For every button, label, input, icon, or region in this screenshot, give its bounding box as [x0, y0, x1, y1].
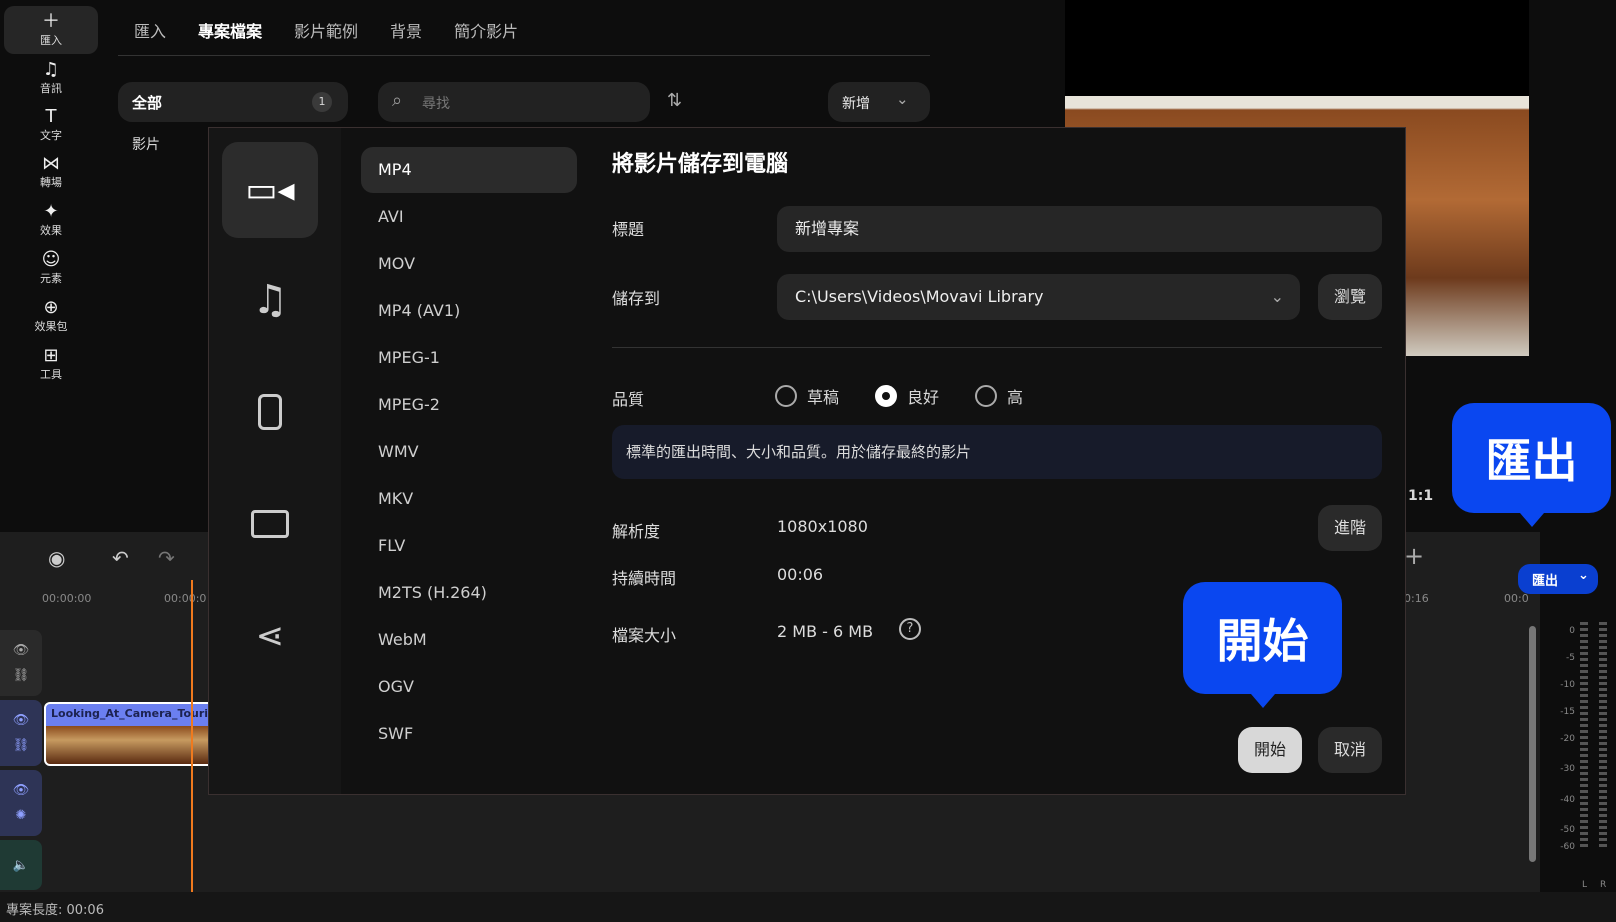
file-size-value: 2 MB - 6 MB — [777, 622, 874, 641]
count-badge: 1 — [312, 92, 332, 112]
chevron-down-icon: ⌄ — [896, 90, 909, 108]
eye-icon[interactable]: 👁 — [13, 713, 30, 728]
audio-meter-scale: 0 -5 -10 -15 -20 -30 -40 -50 -60 — [1560, 626, 1575, 852]
track-header: 🔈 — [0, 840, 42, 890]
transition-icon: ⋈ — [42, 153, 60, 174]
tab-samples[interactable]: 影片範例 — [278, 0, 374, 55]
format-item[interactable]: MOV — [361, 241, 577, 287]
track-header: 👁 ⛓ — [0, 700, 42, 766]
category-all[interactable]: 全部 1 — [118, 82, 348, 122]
save-location-select[interactable]: C:\Users\Videos\Movavi Library ⌄ — [777, 274, 1300, 320]
format-item[interactable]: FLV — [361, 523, 577, 569]
record-icon[interactable]: ◉ — [48, 546, 65, 570]
title-input[interactable]: 新增專案 — [777, 206, 1382, 252]
sidebar-item-audio[interactable]: ♫ 音訊 — [4, 54, 98, 102]
sidebar-item-text[interactable]: T 文字 — [4, 101, 98, 149]
undo-icon[interactable]: ↶ — [112, 546, 129, 570]
sort-icon[interactable]: ⇅ — [667, 90, 682, 111]
search-input[interactable]: ⌕ 尋找 — [378, 82, 650, 122]
audio-meter-right — [1599, 622, 1607, 848]
plus-icon: ＋ — [42, 11, 60, 32]
bag-icon: ⊕ — [43, 297, 59, 318]
quality-draft-radio[interactable]: 草稿 — [775, 384, 839, 408]
export-dialog: ▭◂ ♫ ⋖ MP4 AVI MOV MP4 (AV1) MPEG-1 MPEG… — [208, 127, 1406, 795]
category-video[interactable]: 影片 — [132, 134, 160, 154]
format-item[interactable]: WebM — [361, 617, 577, 663]
sidebar-item-import[interactable]: ＋匯入 — [4, 6, 98, 54]
playhead[interactable] — [191, 580, 193, 892]
divider — [612, 347, 1382, 348]
sidebar-item-tools[interactable]: ⊞ 工具 — [4, 340, 98, 388]
redo-icon[interactable]: ↷ — [158, 546, 175, 570]
link-icon[interactable]: ⛓ — [13, 668, 30, 683]
unlink-icon[interactable]: ⛓ — [13, 738, 30, 753]
tab-intros[interactable]: 簡介影片 — [438, 0, 534, 55]
status-bar: 專案長度: 00:06 — [0, 892, 1616, 922]
library-tabs: 匯入 專案檔案 影片範例 背景 簡介影片 — [118, 0, 930, 56]
format-item[interactable]: MPEG-1 — [361, 335, 577, 381]
start-button[interactable]: 開始 — [1238, 727, 1302, 773]
text-icon: T — [45, 106, 57, 127]
sidebar-item-transitions[interactable]: ⋈ 轉場 — [4, 148, 98, 196]
chevron-down-icon: ⌄ — [1270, 287, 1284, 306]
format-item[interactable]: WMV — [361, 429, 577, 475]
format-item[interactable]: MPEG-2 — [361, 382, 577, 428]
eye-icon[interactable]: 👁 — [13, 783, 30, 798]
tab-backgrounds[interactable]: 背景 — [374, 0, 438, 55]
audio-meter-left — [1580, 622, 1588, 848]
resolution-value: 1080x1080 — [777, 517, 868, 536]
format-item[interactable]: AVI — [361, 194, 577, 240]
scrollbar[interactable] — [1529, 626, 1536, 862]
video-clip[interactable]: Looking_At_Camera_Tourist — [44, 702, 214, 766]
quality-good-radio[interactable]: 良好 — [875, 384, 939, 408]
format-item[interactable]: MP4 — [361, 147, 577, 193]
start-callout: 開始 — [1183, 582, 1342, 708]
browse-button[interactable]: 瀏覽 — [1318, 274, 1382, 320]
preview-area — [1065, 0, 1529, 96]
dialog-title: 將影片儲存到電腦 — [612, 152, 789, 177]
tab-import[interactable]: 匯入 — [118, 0, 182, 55]
format-item[interactable]: MKV — [361, 476, 577, 522]
tab-project-files[interactable]: 專案檔案 — [182, 0, 278, 55]
export-callout: 匯出 — [1452, 403, 1611, 527]
eye-icon[interactable]: 👁 — [13, 643, 30, 658]
track-header: 👁 ✺ — [0, 770, 42, 836]
format-item[interactable]: DVD (NTSC) — [361, 743, 577, 758]
format-item[interactable]: M2TS (H.264) — [361, 570, 577, 616]
advanced-button[interactable]: 進階 — [1318, 505, 1382, 551]
music-icon: ♫ — [42, 59, 60, 80]
track-header: 👁 ⛓ — [0, 630, 42, 696]
add-button[interactable]: 新增 ⌄ — [828, 82, 930, 122]
format-list: MP4 AVI MOV MP4 (AV1) MPEG-1 MPEG-2 WMV … — [209, 128, 589, 758]
quality-high-radio[interactable]: 高 — [975, 384, 1023, 408]
effect-icon[interactable]: ✺ — [16, 808, 27, 823]
quality-description: 標準的匯出時間、大小和品質。用於儲存最終的影片 — [612, 425, 1382, 479]
format-item[interactable]: OGV — [361, 664, 577, 710]
duration-value: 00:06 — [777, 565, 824, 584]
zoom-in-icon[interactable]: + — [1404, 542, 1424, 570]
format-item[interactable]: MP4 (AV1) — [361, 288, 577, 334]
cancel-button[interactable]: 取消 — [1318, 727, 1382, 773]
export-button[interactable]: 匯出 ⌄ — [1518, 564, 1598, 594]
sidebar-item-elements[interactable]: ☺ 元素 — [4, 244, 98, 292]
sidebar-item-packs[interactable]: ⊕ 效果包 — [4, 292, 98, 340]
chevron-down-icon: ⌄ — [1578, 568, 1589, 583]
sidebar-item-effects[interactable]: ✦ 效果 — [4, 196, 98, 244]
sparkle-icon: ✦ — [43, 201, 59, 222]
search-icon: ⌕ — [392, 90, 403, 111]
help-icon[interactable]: ? — [899, 618, 921, 640]
smiley-icon: ☺ — [41, 249, 61, 270]
aspect-ratio[interactable]: 1:1 — [1408, 488, 1433, 504]
volume-icon[interactable]: 🔈 — [13, 858, 29, 873]
grid-icon: ⊞ — [43, 345, 59, 366]
sidebar: ＋匯入 ♫ 音訊 T 文字 ⋈ 轉場 ✦ 效果 ☺ 元素 ⊕ 效果包 ⊞ 工具 — [0, 0, 106, 520]
